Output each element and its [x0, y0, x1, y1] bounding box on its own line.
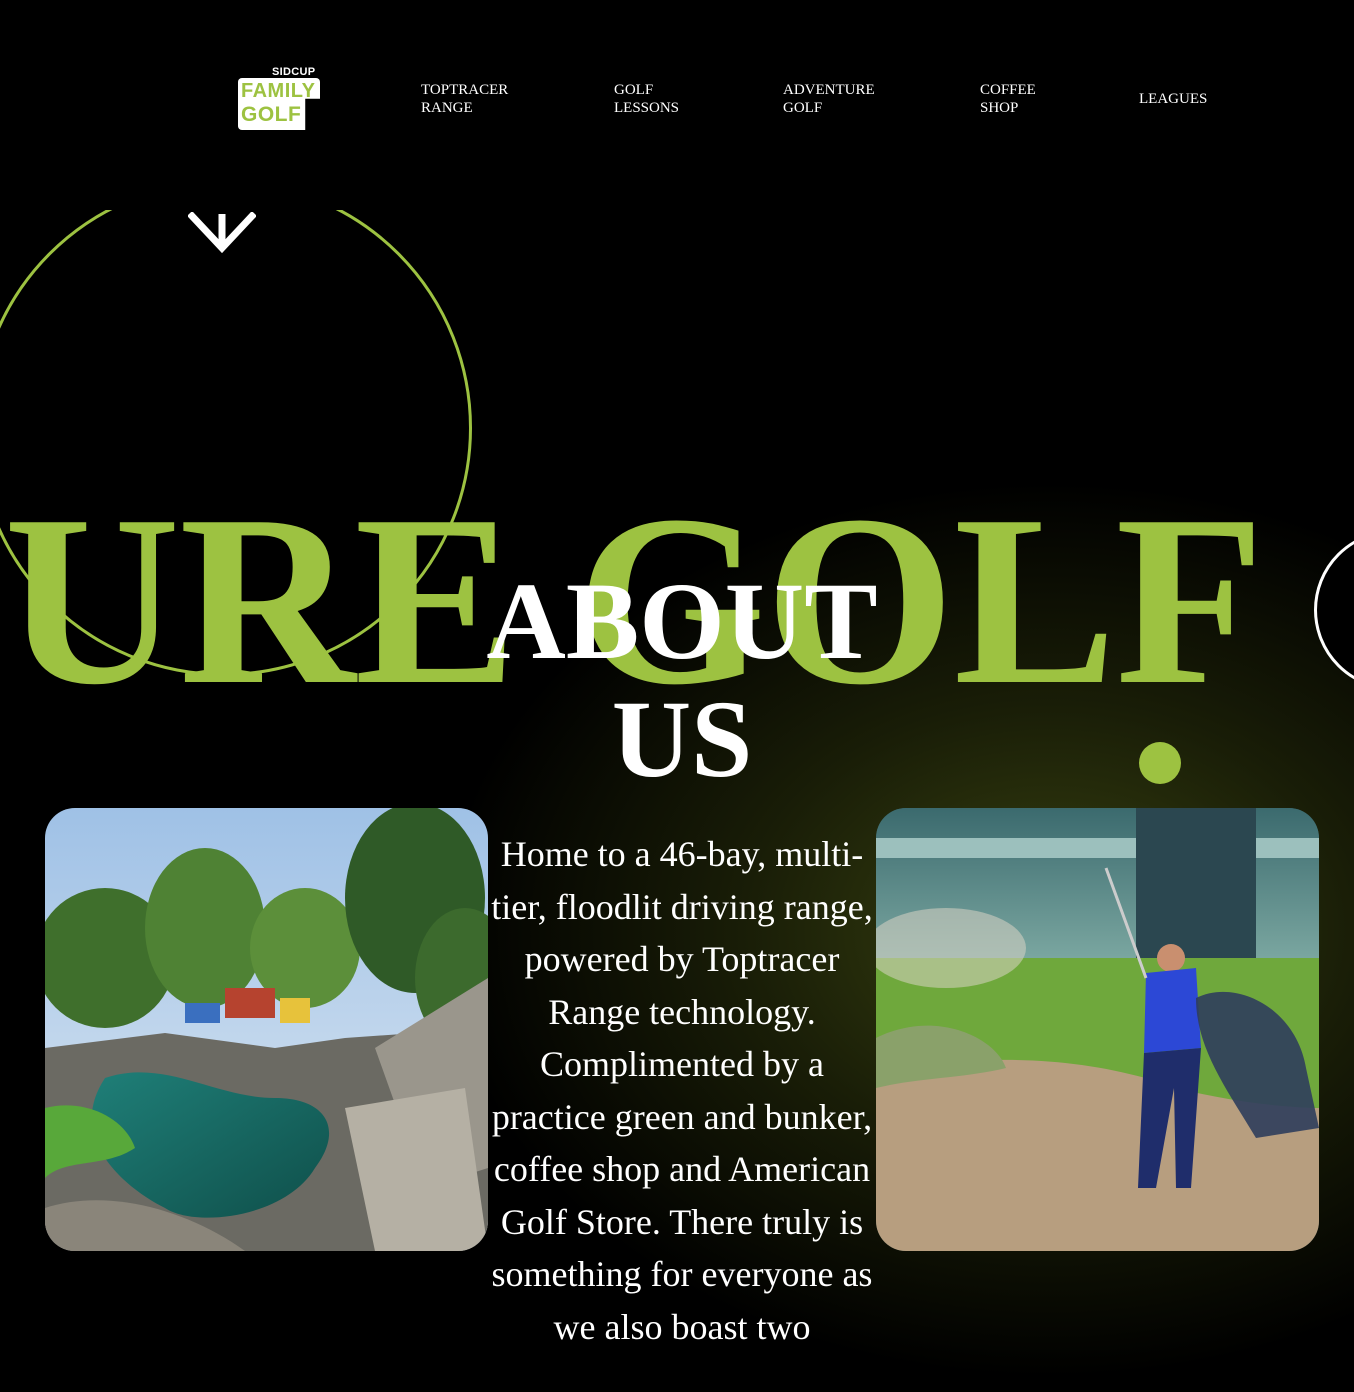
accent-dot	[1139, 742, 1181, 784]
nav-golf-lessons[interactable]: GOLF LESSONS	[614, 81, 734, 117]
main-nav: TOPTRACER RANGE GOLF LESSONS ADVENTURE G…	[0, 80, 1354, 120]
nav-leagues[interactable]: LEAGUES	[1139, 90, 1239, 108]
about-paragraph: Home to a 46-bay, multi-tier, floodlit d…	[491, 834, 873, 1347]
nav-coffee-shop[interactable]: COFFEE SHOP	[980, 81, 1090, 117]
logo-sidcup-text: SIDCUP	[272, 66, 316, 78]
golfer-bunker-photo	[876, 808, 1319, 1251]
chevron-down-icon[interactable]	[188, 212, 256, 254]
page: SIDCUP FAMILY GOLF TOPTRACER RANGE GOLF …	[0, 0, 1354, 1392]
adventure-golf-photo	[45, 808, 488, 1251]
nav-toptracer-range[interactable]: TOPTRACER RANGE	[421, 81, 551, 117]
site-header: SIDCUP FAMILY GOLF TOPTRACER RANGE GOLF …	[0, 0, 1354, 210]
about-us-heading: ABOUT US	[486, 559, 878, 800]
nav-adventure-golf[interactable]: ADVENTURE GOLF	[783, 81, 913, 117]
